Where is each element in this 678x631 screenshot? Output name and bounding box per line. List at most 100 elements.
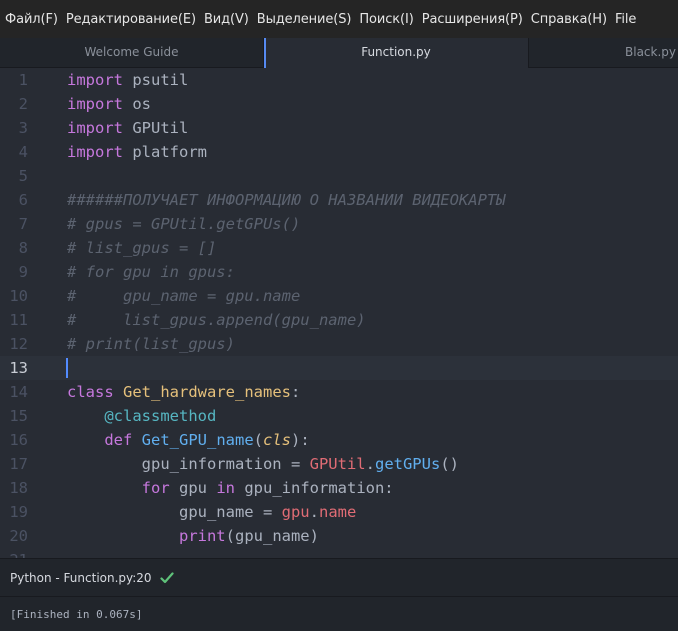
- tab-bar: Welcome Guide Function.py Black.py: [0, 38, 678, 68]
- code-token: platform: [123, 143, 207, 161]
- line-number: 1: [18, 71, 28, 89]
- code-text: ######ПОЛУЧАЕТ ИНФОРМАЦИЮ О НАЗВАНИИ ВИД…: [67, 188, 506, 212]
- code-line[interactable]: 4 import platform: [0, 140, 678, 164]
- code-token: :: [291, 383, 301, 401]
- line-number: 19: [9, 503, 28, 521]
- menu-item[interactable]: Расширения(P): [422, 12, 523, 27]
- tab-function-py[interactable]: Function.py: [264, 38, 529, 68]
- code-token: # list_gpus = []: [67, 239, 217, 257]
- menu-item[interactable]: Справка(H): [531, 12, 607, 27]
- code-token: gpu: [281, 503, 310, 521]
- menu-bar: Файл(F) Редактирование(E) Вид(V) Выделение(…: [0, 0, 678, 38]
- code-token: # gpus = GPUtil.getGPUs(): [67, 215, 301, 233]
- code-token: print: [178, 527, 226, 545]
- code-text: import os: [67, 92, 151, 116]
- code-token: import: [67, 143, 123, 161]
- code-line[interactable]: 20 print(gpu_name): [0, 524, 678, 548]
- code-line[interactable]: 5: [0, 164, 678, 188]
- code-token: import: [67, 119, 123, 137]
- menu-item[interactable]: Вид(V): [204, 12, 249, 27]
- code-line[interactable]: 10 # gpu_name = gpu.name: [0, 284, 678, 308]
- code-line[interactable]: 11 # list_gpus.append(gpu_name): [0, 308, 678, 332]
- tab-welcome-guide[interactable]: Welcome Guide: [0, 38, 264, 68]
- line-number: 10: [9, 287, 28, 305]
- code-text: import psutil: [67, 68, 188, 92]
- code-text: for gpu in gpu_information:: [67, 476, 394, 500]
- code-text: class Get_hardware_names:: [67, 380, 300, 404]
- code-token: # gpu_name = gpu.name: [67, 287, 301, 305]
- code-token: Get_hardware_names: [123, 383, 291, 401]
- code-line[interactable]: 13: [0, 356, 678, 380]
- code-line[interactable]: 14 class Get_hardware_names:: [0, 380, 678, 404]
- code-editor[interactable]: 1 import psutil 2 import os 3 import GPUtil 4 i…: [0, 68, 678, 558]
- code-token: os: [123, 95, 151, 113]
- status-file-info[interactable]: Python - Function.py:20: [10, 571, 152, 585]
- code-token: for: [141, 479, 170, 497]
- line-number: 9: [18, 263, 28, 281]
- code-token: class: [67, 383, 114, 401]
- code-token: gpu_name =: [67, 503, 282, 521]
- code-token: Get_GPU_name: [141, 431, 254, 449]
- code-token: (gpu_name): [225, 527, 319, 545]
- tab-black-py[interactable]: Black.py: [529, 38, 678, 68]
- code-line[interactable]: 16 def Get_GPU_name(cls):: [0, 428, 678, 452]
- code-token: .: [365, 455, 375, 473]
- output-text: [Finished in 0.067s]: [10, 607, 143, 621]
- code-token: .: [309, 503, 319, 521]
- line-number: 5: [18, 167, 28, 185]
- code-line[interactable]: 17 gpu_information = GPUtil.getGPUs(): [0, 452, 678, 476]
- code-token: GPUtil: [309, 455, 366, 473]
- line-number: 11: [9, 311, 28, 329]
- text-cursor: [66, 358, 68, 378]
- menu-item[interactable]: File: [615, 12, 636, 27]
- code-token: (: [253, 431, 263, 449]
- line-number: 21: [0, 548, 28, 558]
- code-line[interactable]: 7 # gpus = GPUtil.getGPUs(): [0, 212, 678, 236]
- status-bar: Python - Function.py:20: [0, 558, 678, 596]
- line-number: 7: [18, 215, 28, 233]
- code-text: # list_gpus.append(gpu_name): [67, 308, 366, 332]
- menu-item[interactable]: Файл(F): [5, 12, 58, 27]
- code-token: import: [67, 71, 123, 89]
- line-number: 14: [9, 383, 28, 401]
- line-number: 18: [9, 479, 28, 497]
- menu-item[interactable]: Выделение(S): [257, 12, 352, 27]
- line-number: 17: [9, 455, 28, 473]
- menu-item[interactable]: Редактирование(E): [66, 12, 196, 27]
- code-line[interactable]: 9 # for gpu in gpus:: [0, 260, 678, 284]
- code-text: # gpus = GPUtil.getGPUs(): [67, 212, 300, 236]
- menu-item[interactable]: Поиск(I): [359, 12, 413, 27]
- code-line[interactable]: 12 # print(list_gpus): [0, 332, 678, 356]
- code-line[interactable]: 2 import os: [0, 92, 678, 116]
- line-number: 6: [18, 191, 28, 209]
- code-text: # gpu_name = gpu.name: [67, 284, 300, 308]
- code-line[interactable]: 15 @classmethod: [0, 404, 678, 428]
- code-text: # list_gpus = []: [67, 236, 216, 260]
- line-number: 12: [9, 335, 28, 353]
- code-line[interactable]: 21: [0, 548, 678, 558]
- line-number: 15: [9, 407, 28, 425]
- code-token: psutil: [123, 71, 189, 89]
- code-text: print(gpu_name): [67, 524, 319, 548]
- code-line[interactable]: 6 ######ПОЛУЧАЕТ ИНФОРМАЦИЮ О НАЗВАНИИ ВИ…: [0, 188, 678, 212]
- code-token: getGPUs: [374, 455, 441, 473]
- code-text: @classmethod: [67, 404, 216, 428]
- code-token: name: [318, 503, 357, 521]
- code-line[interactable]: 1 import psutil: [0, 68, 678, 92]
- code-line[interactable]: 18 for gpu in gpu_information:: [0, 476, 678, 500]
- code-token: gpu_information =: [67, 455, 310, 473]
- code-text: def Get_GPU_name(cls):: [67, 428, 309, 452]
- code-line[interactable]: 8 # list_gpus = []: [0, 236, 678, 260]
- code-line[interactable]: 19 gpu_name = gpu.name: [0, 500, 678, 524]
- code-text: gpu_name = gpu.name: [67, 500, 356, 524]
- code-token: @classmethod: [104, 407, 217, 425]
- line-number: 2: [18, 95, 28, 113]
- code-token: GPUtil: [123, 119, 189, 137]
- code-line[interactable]: 3 import GPUtil: [0, 116, 678, 140]
- code-token: def: [104, 431, 133, 449]
- code-token: ######ПОЛУЧАЕТ ИНФОРМАЦИЮ О НАЗВАНИИ ВИД…: [67, 191, 506, 209]
